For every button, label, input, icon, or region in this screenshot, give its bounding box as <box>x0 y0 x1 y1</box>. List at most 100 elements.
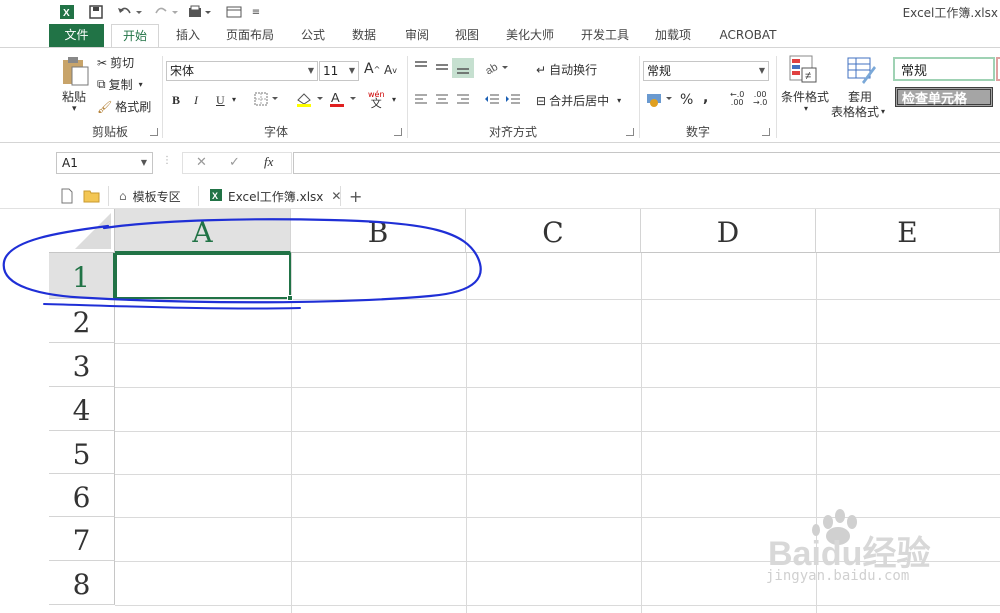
font-group-label: 字体 <box>263 125 288 139</box>
row-header-1[interactable]: 1 <box>49 253 115 299</box>
tab-acrobat[interactable]: ACROBAT <box>712 24 784 48</box>
tab-beautify-master[interactable]: 美化大师 <box>500 24 560 48</box>
row-header-6[interactable]: 6 <box>49 474 115 517</box>
row-header-2[interactable]: 2 <box>49 299 115 343</box>
border-icon[interactable] <box>254 92 280 106</box>
tab-review[interactable]: 审阅 <box>397 24 437 48</box>
formula-input[interactable] <box>293 152 1000 174</box>
selected-cell-a1[interactable] <box>115 253 291 299</box>
row-header-5[interactable]: 5 <box>49 431 115 474</box>
tab-add-ins[interactable]: 加载项 <box>648 24 698 48</box>
cancel-entry-icon[interactable]: ✕ <box>196 155 207 170</box>
phonetic-button[interactable]: wén 文 <box>368 90 385 109</box>
style-bad-partial[interactable] <box>996 57 1000 81</box>
alignment-launcher-icon[interactable] <box>626 128 634 136</box>
italic-button[interactable]: I <box>194 93 198 108</box>
align-center-icon[interactable] <box>434 93 450 105</box>
paste-icon[interactable] <box>58 54 92 88</box>
tab-developer[interactable]: 开发工具 <box>575 24 635 48</box>
font-color-icon[interactable]: A <box>328 90 358 108</box>
select-all-corner[interactable] <box>49 209 115 253</box>
conditional-format-button[interactable]: 条件格式 <box>781 88 829 105</box>
table-format-dropdown-icon[interactable]: ▾ <box>881 107 885 116</box>
font-size-select[interactable]: 11 ▼ <box>319 61 359 81</box>
number-format-select[interactable]: 常规 ▼ <box>643 61 769 81</box>
copy-button[interactable]: ⧉ 复制 ▾ <box>97 76 143 93</box>
tab-insert[interactable]: 插入 <box>168 24 208 48</box>
merge-dropdown-icon[interactable]: ▾ <box>617 96 621 105</box>
row-header-8[interactable]: 8 <box>49 561 115 605</box>
fill-handle[interactable] <box>287 295 293 301</box>
tab-formulas[interactable]: 公式 <box>293 24 333 48</box>
confirm-entry-icon[interactable]: ✓ <box>229 155 240 170</box>
quick-access-toolbar: X ≡ Excel工作簿.xlsx <box>0 0 1000 24</box>
row-header-4[interactable]: 4 <box>49 387 115 431</box>
undo-icon[interactable] <box>114 3 144 21</box>
customize-qat-icon[interactable]: ≡ <box>250 3 262 21</box>
decrease-indent-icon[interactable] <box>484 93 500 105</box>
merge-center-button[interactable]: ⊟ 合并后居中 ▾ <box>536 92 621 109</box>
new-document-icon[interactable] <box>60 186 74 206</box>
column-header-e[interactable]: E <box>816 209 1000 253</box>
number-launcher-icon[interactable] <box>762 128 770 136</box>
align-left-icon[interactable] <box>413 93 429 105</box>
gridline <box>115 605 1000 606</box>
close-icon[interactable]: ✕ <box>331 189 341 203</box>
style-normal[interactable]: 常规 <box>893 57 995 81</box>
clipboard-launcher-icon[interactable] <box>150 128 158 136</box>
table-format-button[interactable]: 表格格式 ▾ <box>831 103 885 120</box>
form-icon[interactable] <box>224 3 244 21</box>
fill-color-icon[interactable] <box>295 90 325 108</box>
orientation-icon[interactable]: ab <box>484 60 510 74</box>
underline-dropdown-icon[interactable]: ▾ <box>232 95 236 104</box>
tab-home[interactable]: 开始 <box>111 24 159 49</box>
print-preview-icon[interactable] <box>185 3 215 21</box>
comma-button[interactable]: , <box>703 90 708 106</box>
new-tab-icon[interactable]: + <box>349 186 362 206</box>
tab-data[interactable]: 数据 <box>344 24 384 48</box>
name-box[interactable]: A1 ▼ <box>56 152 153 174</box>
increase-indent-icon[interactable] <box>505 93 521 105</box>
wrap-text-button[interactable]: ↵ 自动换行 <box>536 61 597 78</box>
increase-font-icon[interactable]: A ^ <box>364 61 380 77</box>
align-bottom-icon[interactable] <box>452 58 474 78</box>
svg-text:X: X <box>63 8 70 19</box>
cut-button[interactable]: ✂ 剪切 <box>97 54 134 71</box>
open-folder-icon[interactable] <box>83 186 101 206</box>
save-icon[interactable] <box>87 3 105 21</box>
column-header-a[interactable]: A <box>115 209 291 253</box>
decrease-decimal-button[interactable]: .00 →.0 <box>753 91 767 107</box>
conditional-format-dropdown-icon[interactable]: ▾ <box>804 104 808 113</box>
insert-function-button[interactable]: fx <box>264 154 273 170</box>
column-header-c[interactable]: C <box>466 209 641 253</box>
row-header-7[interactable]: 7 <box>49 517 115 561</box>
tab-template-zone[interactable]: ⌂ 模板专区 <box>108 186 198 206</box>
phonetic-dropdown-icon[interactable]: ▾ <box>392 95 396 104</box>
conditional-format-icon[interactable]: ≠ <box>788 54 818 84</box>
format-painter-button[interactable]: 🖌 格式刷 <box>97 98 151 115</box>
tab-workbook[interactable]: X Excel工作簿.xlsx ✕ <box>198 186 341 206</box>
align-right-icon[interactable] <box>455 93 471 105</box>
underline-button[interactable]: U <box>216 93 225 108</box>
tab-file[interactable]: 文件 <box>49 24 104 48</box>
font-launcher-icon[interactable] <box>394 128 402 136</box>
row-header-3[interactable]: 3 <box>49 343 115 387</box>
tab-view[interactable]: 视图 <box>447 24 487 48</box>
table-format-icon[interactable] <box>846 54 876 84</box>
redo-icon[interactable] <box>150 3 180 21</box>
percent-button[interactable]: % <box>680 92 693 108</box>
paste-button[interactable]: 粘贴 <box>62 88 86 105</box>
bold-button[interactable]: B <box>172 93 180 108</box>
copy-dropdown-icon[interactable]: ▾ <box>139 80 143 89</box>
column-header-d[interactable]: D <box>641 209 816 253</box>
accounting-format-icon[interactable] <box>645 91 673 107</box>
font-name-select[interactable]: 宋体 ▼ <box>166 61 318 81</box>
increase-decimal-button[interactable]: ←.0.00 <box>730 91 744 107</box>
align-top-icon[interactable] <box>413 60 429 74</box>
paste-dropdown-icon[interactable]: ▾ <box>72 104 77 114</box>
column-header-b[interactable]: B <box>291 209 466 253</box>
decrease-font-icon[interactable]: Av <box>384 63 397 77</box>
style-check-cell[interactable]: 检查单元格 <box>895 87 993 107</box>
align-middle-icon[interactable] <box>434 60 450 74</box>
tab-page-layout[interactable]: 页面布局 <box>220 24 280 48</box>
